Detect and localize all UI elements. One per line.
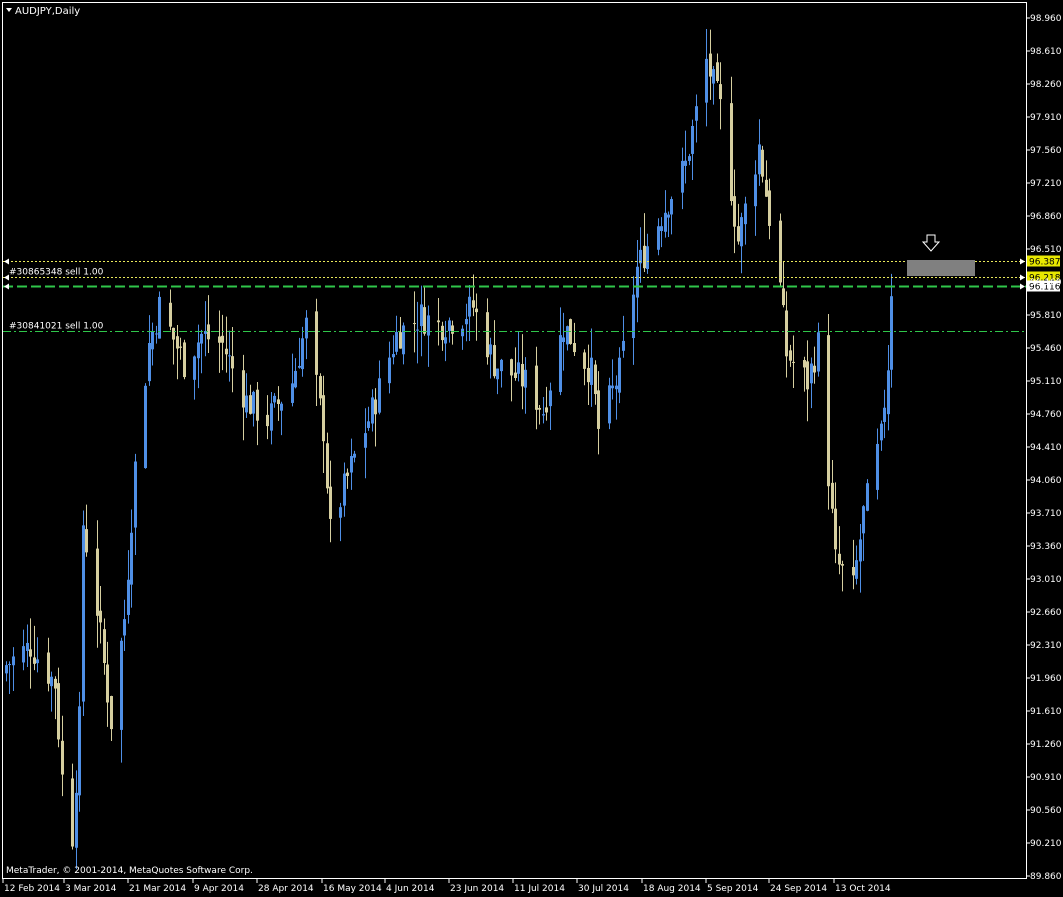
candle xyxy=(608,377,611,430)
y-tick-label: 93.010 xyxy=(1030,575,1062,585)
y-tick-label: 93.710 xyxy=(1030,509,1062,519)
candle xyxy=(144,383,147,469)
y-tick-label: 97.910 xyxy=(1030,113,1062,123)
y-tick-label: 96.510 xyxy=(1030,245,1062,255)
y-tick-label: 98.260 xyxy=(1030,80,1062,90)
candle xyxy=(78,691,81,812)
candle xyxy=(183,339,186,380)
y-tick-label: 95.810 xyxy=(1030,311,1062,321)
shaded-rectangle-object[interactable] xyxy=(907,260,975,276)
y-tick-label: 97.210 xyxy=(1030,179,1062,189)
y-tick-label: 90.910 xyxy=(1030,773,1062,783)
x-tick-label: 11 Jul 2014 xyxy=(514,884,565,894)
y-tick-label: 98.610 xyxy=(1030,47,1062,57)
x-tick-label: 28 Apr 2014 xyxy=(258,884,314,894)
x-tick-label: 3 Mar 2014 xyxy=(65,884,117,894)
y-tick-label: 91.260 xyxy=(1030,740,1062,750)
y-tick-label: 95.460 xyxy=(1030,344,1062,354)
y-tick-label: 89.860 xyxy=(1030,872,1062,882)
y-tick-label: 94.760 xyxy=(1030,410,1062,420)
x-tick-label: 13 Oct 2014 xyxy=(835,884,891,894)
candle xyxy=(82,510,85,717)
x-tick-label: 18 Aug 2014 xyxy=(643,884,701,894)
y-tick-label: 90.210 xyxy=(1030,839,1062,849)
y-tick-label: 91.960 xyxy=(1030,674,1062,684)
y-tick-label: 96.860 xyxy=(1030,212,1062,222)
x-tick-label: 12 Feb 2014 xyxy=(4,884,60,894)
candle xyxy=(779,213,782,288)
candle xyxy=(866,479,869,512)
y-tick-label: 92.310 xyxy=(1030,641,1062,651)
x-tick-label: 24 Sep 2014 xyxy=(770,884,827,894)
y-tick-label: 96.160 xyxy=(1030,278,1062,288)
order-label: #30841021 sell 1.00 xyxy=(9,322,104,332)
price-tag-label: 96.387 xyxy=(1029,258,1061,268)
candle xyxy=(827,313,830,510)
copyright-text: MetaTrader, © 2001-2014, MetaQuotes Soft… xyxy=(6,866,253,876)
y-tick-label: 92.660 xyxy=(1030,608,1062,618)
x-tick-label: 9 Apr 2014 xyxy=(194,884,244,894)
chart-background xyxy=(0,0,1063,897)
y-tick-label: 94.410 xyxy=(1030,443,1062,453)
y-tick-label: 90.560 xyxy=(1030,806,1062,816)
chart-title: AUDJPY,Daily xyxy=(15,6,80,17)
y-tick-label: 97.560 xyxy=(1030,146,1062,156)
order-label: #30865348 sell 1.00 xyxy=(9,268,104,278)
x-tick-label: 16 May 2014 xyxy=(323,884,382,894)
x-tick-label: 30 Jul 2014 xyxy=(578,884,629,894)
y-tick-label: 93.360 xyxy=(1030,542,1062,552)
y-tick-label: 98.960 xyxy=(1030,14,1062,24)
x-tick-label: 21 Mar 2014 xyxy=(129,884,186,894)
y-tick-label: 91.610 xyxy=(1030,707,1062,717)
y-tick-label: 95.110 xyxy=(1030,377,1062,387)
x-tick-label: 5 Sep 2014 xyxy=(707,884,759,894)
y-tick-label: 94.060 xyxy=(1030,476,1062,486)
x-tick-label: 23 Jun 2014 xyxy=(450,884,504,894)
x-tick-label: 4 Jun 2014 xyxy=(386,884,435,894)
price-chart[interactable]: AUDJPY,Daily 96.38796.21896.116#30865348… xyxy=(0,0,1063,897)
